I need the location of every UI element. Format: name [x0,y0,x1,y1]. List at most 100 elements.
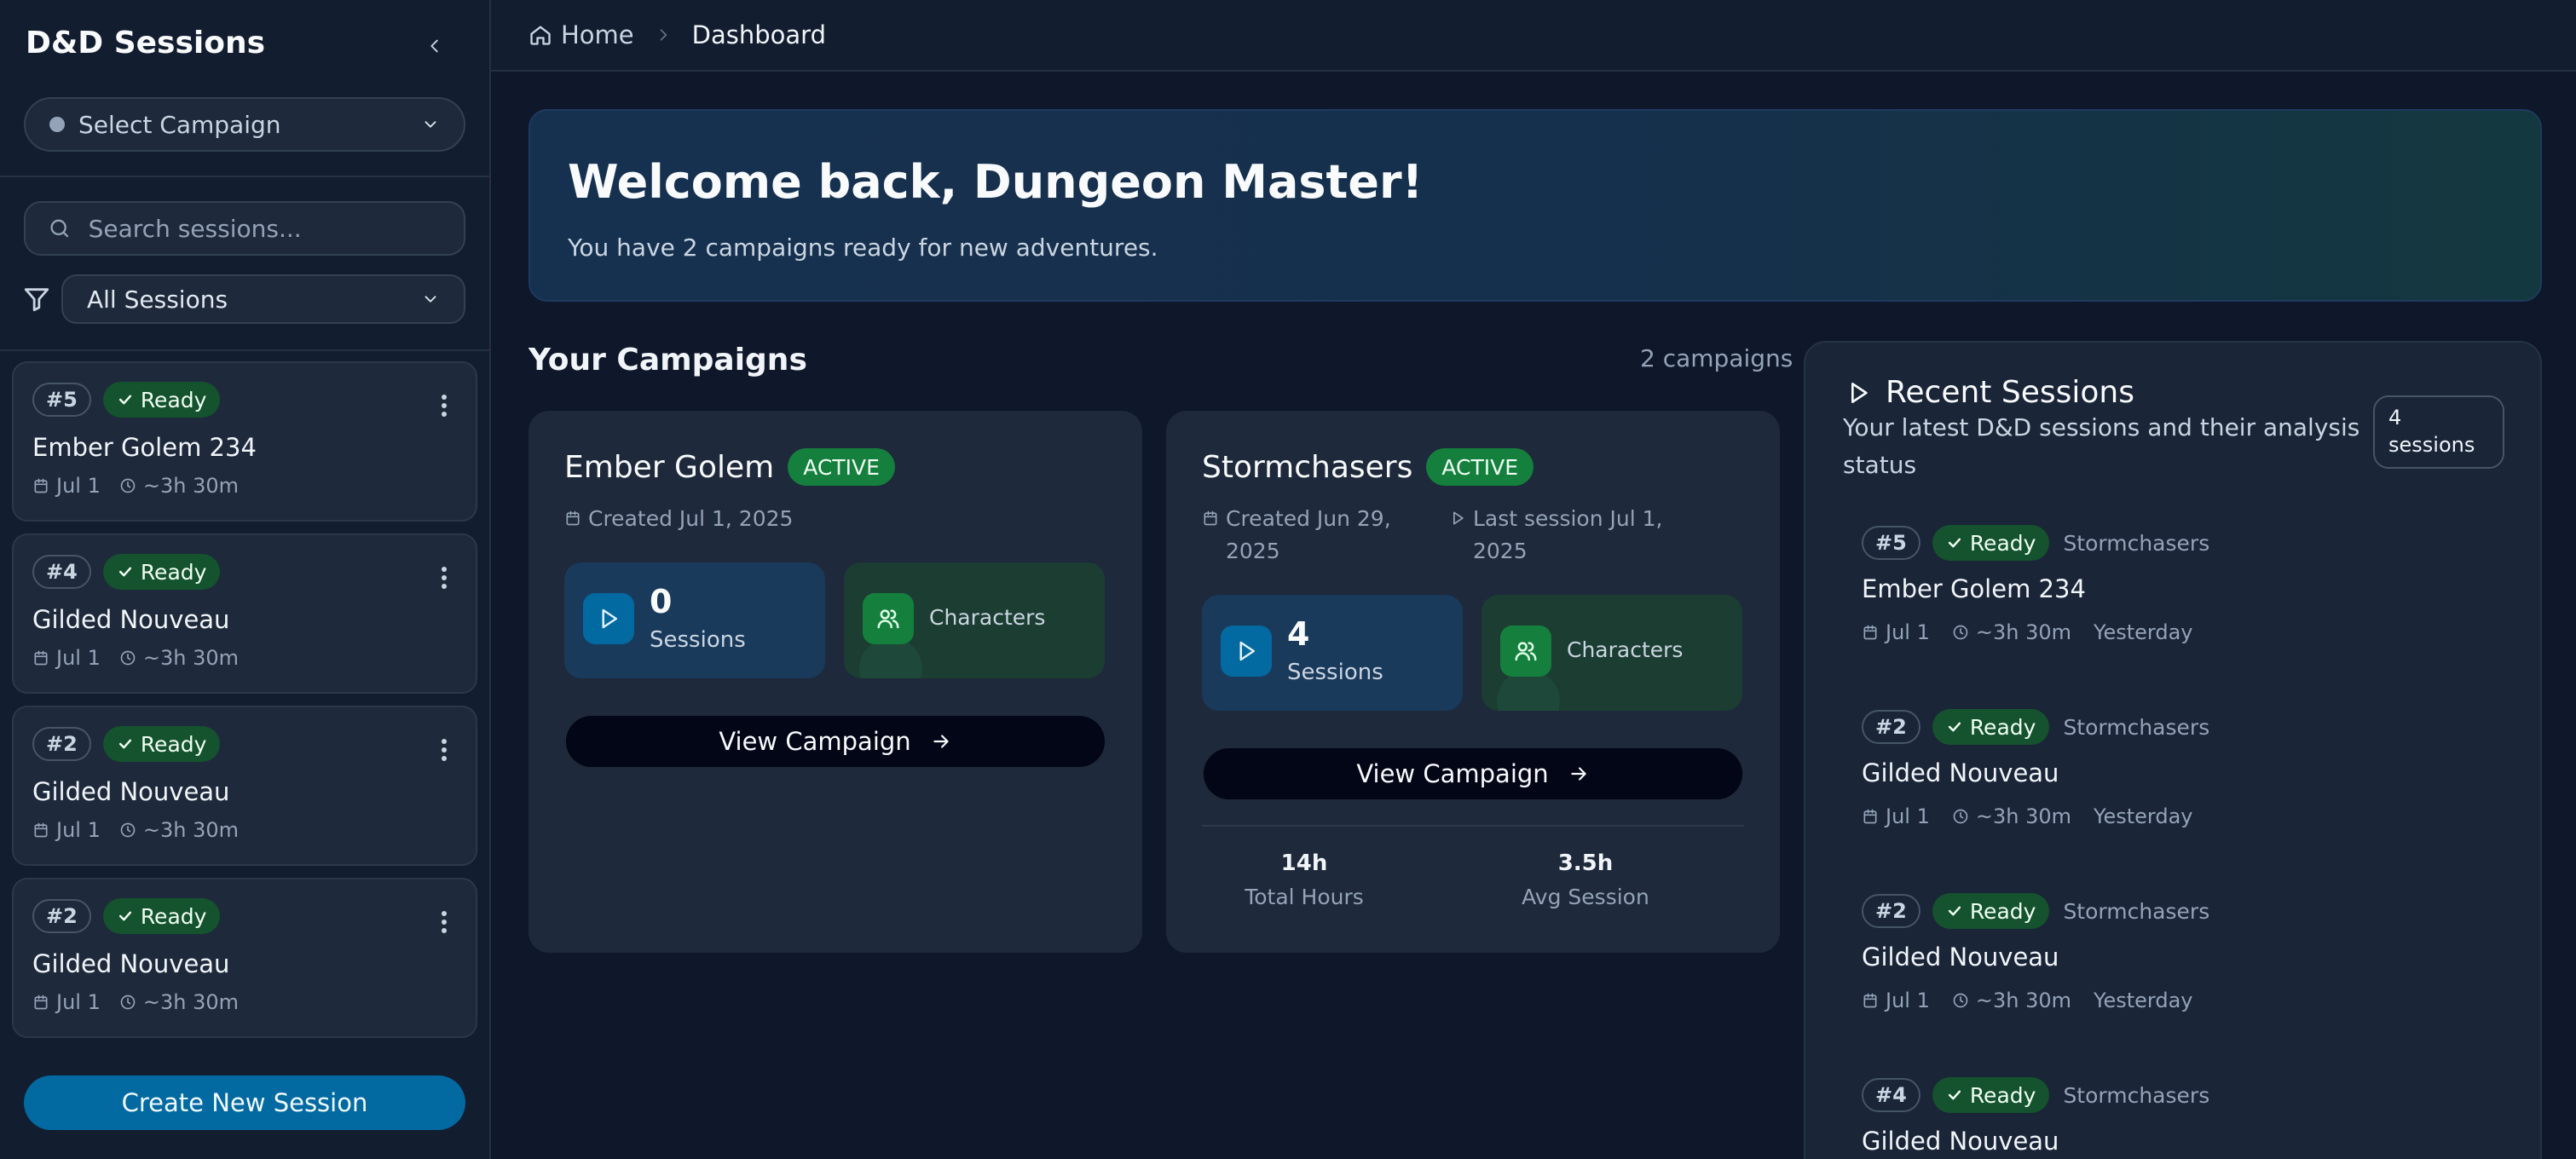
status-badge: Ready [1932,709,2050,745]
session-date: Jul 1 [1886,804,1930,828]
status-badge: Ready [102,898,221,934]
status-badge: Ready [102,726,221,762]
recent-session-item[interactable]: #2 Ready Stormchasers Gilded Nouveau Jul… [1862,709,2510,828]
welcome-subtitle: You have 2 campaigns ready for new adven… [568,234,1158,262]
status-badge: Ready [102,382,221,418]
session-card[interactable]: #2 Ready Gilded Nouveau Jul 1 ~3h 30m [12,878,477,1038]
calendar-icon [1863,993,1877,1008]
recent-sessions-count-badge: 4 sessions [2373,395,2504,469]
session-number-badge: #2 [32,727,91,761]
search-input[interactable] [88,214,442,243]
campaign-created-line2: 2025 [1226,539,1280,563]
calendar-icon [1204,510,1217,526]
sidebar-title: D&D Sessions [26,26,266,61]
check-icon [118,395,131,405]
session-meta: Jul 1 ~3h 30m [32,646,239,670]
breadcrumb-home-label: Home [561,20,634,49]
play-icon [1851,382,1868,403]
users-icon [877,609,899,629]
search-box[interactable] [24,201,465,256]
campaign-last-line1: Last session Jul 1, [1473,506,1663,531]
check-icon [118,567,131,577]
more-vertical-icon[interactable] [440,566,448,590]
avg-session-label: Avg Session [1522,885,1649,909]
create-new-session-button[interactable]: Create New Session [24,1075,465,1130]
campaign-created: Created Jun 29, 2025 [1226,503,1391,568]
session-number-badge: #5 [1862,526,1920,560]
recent-session-item[interactable]: #5 Ready Stormchasers Ember Golem 234 Ju… [1862,525,2510,644]
status-label: Ready [1969,530,2036,556]
play-icon [1453,511,1464,525]
session-name: Gilded Nouveau [1862,943,2059,972]
session-name: Gilded Nouveau [32,777,230,806]
view-campaign-button[interactable]: View Campaign [564,714,1106,769]
recent-session-item[interactable]: #4 Ready Stormchasers Gilded Nouveau [1862,1077,2510,1156]
campaign-stats-divider [1202,825,1744,827]
collapse-sidebar-button[interactable] [423,31,447,61]
breadcrumb-home-link[interactable]: Home [528,20,634,49]
session-campaign: Stormchasers [2063,1082,2210,1108]
session-campaign: Stormchasers [2063,898,2210,924]
session-date: Jul 1 [56,818,101,842]
status-badge: ACTIVE [788,448,895,486]
status-badge: Ready [1932,525,2050,561]
campaigns-count: 2 campaigns [1640,344,1793,372]
more-vertical-icon[interactable] [440,910,448,934]
sidebar-divider [0,349,489,351]
campaign-name: Stormchasers [1202,449,1413,485]
campaign-last-line2: 2025 [1473,539,1528,563]
more-vertical-icon[interactable] [440,738,448,762]
sessions-label: Sessions [650,627,746,653]
users-icon-box [1500,626,1551,677]
sessions-stat-tile[interactable]: 0 Sessions [564,562,825,678]
session-duration: ~3h 30m [142,474,239,498]
session-name: Gilded Nouveau [32,605,230,634]
sessions-label: Sessions [1287,660,1383,685]
recent-sessions-title: Recent Sessions [1845,375,2134,410]
calendar-icon [34,650,48,666]
recent-sessions-panel: Recent Sessions Your latest D&D sessions… [1804,341,2542,1159]
sessions-count: 0 [650,583,673,620]
search-icon [50,219,69,238]
chevron-right-icon [660,29,667,41]
session-name: Gilded Nouveau [1862,758,2059,787]
status-label: Ready [1969,898,2036,924]
check-icon [118,911,131,921]
status-badge: Ready [1932,1077,2050,1113]
session-date: Jul 1 [1886,620,1930,644]
avg-session-stat: 3.5h Avg Session [1483,851,1688,909]
clock-icon [120,478,136,493]
session-card[interactable]: #5 Ready Ember Golem 234 Jul 1 ~3h 30m [12,361,477,522]
characters-label: Characters [929,605,1046,630]
session-card[interactable]: #2 Ready Gilded Nouveau Jul 1 ~3h 30m [12,706,477,866]
session-meta: Jul 1 ~3h 30m Yesterday [1862,620,2510,644]
campaign-select[interactable]: Select Campaign [24,97,465,152]
view-campaign-button[interactable]: View Campaign [1202,747,1744,801]
session-card[interactable]: #4 Ready Gilded Nouveau Jul 1 ~3h 30m [12,533,477,694]
sessions-count: 4 [1287,615,1310,653]
session-meta: Jul 1 ~3h 30m Yesterday [1862,804,2510,828]
session-campaign: Stormchasers [2063,714,2210,740]
recent-session-item[interactable]: #2 Ready Stormchasers Gilded Nouveau Jul… [1862,893,2510,1012]
session-relative-time: Yesterday [2094,989,2193,1012]
campaign-created-line1: Created Jun 29, [1226,506,1391,531]
campaign-created: Created Jul 1, 2025 [588,506,794,531]
session-name: Ember Golem 234 [32,433,257,462]
check-icon [1948,906,1961,916]
view-campaign-label: View Campaign [719,727,911,756]
check-icon [118,739,131,749]
session-filter-select[interactable]: All Sessions [61,274,465,324]
more-vertical-icon[interactable] [440,394,448,418]
status-label: Ready [140,903,207,929]
characters-stat-tile[interactable]: Characters [1481,595,1742,711]
sessions-stat-tile[interactable]: 4 Sessions [1202,595,1463,711]
avg-session-value: 3.5h [1557,851,1614,876]
home-icon [530,26,551,45]
session-number-badge: #5 [32,383,91,417]
campaign-select-label: Select Campaign [78,110,281,139]
sidebar: D&D Sessions Select Campaign All Session… [0,0,491,1159]
campaign-last-session: Last session Jul 1, 2025 [1473,503,1662,568]
characters-stat-tile[interactable]: Characters [844,562,1105,678]
status-badge: Ready [102,554,221,590]
clock-icon [120,822,136,838]
